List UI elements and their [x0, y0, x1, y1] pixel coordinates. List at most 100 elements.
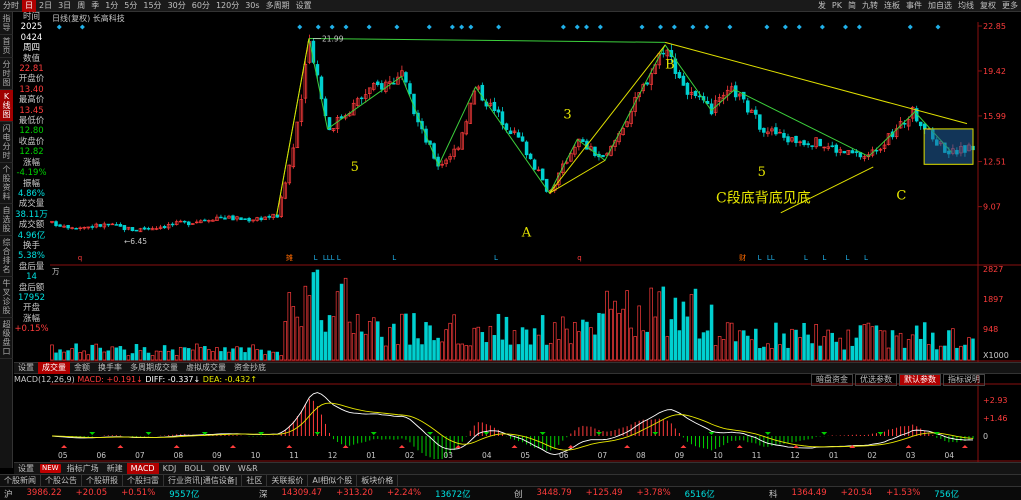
period-tab[interactable]: 分时 — [0, 0, 22, 12]
toolbar-button[interactable]: 简 — [845, 0, 859, 12]
kline-chart[interactable]: 日线(复权) 长高科技 21.99 ←6.45 22.85 19.42 15.99 12… — [50, 12, 1021, 462]
event-marker[interactable]: L — [864, 254, 868, 262]
event-marker[interactable]: L — [758, 254, 762, 262]
event-marker[interactable]: LLL — [323, 254, 335, 262]
macd-param-tab[interactable]: 指标说明 — [943, 374, 985, 386]
index-cy[interactable]: 创 3448.79 +125.49 +3.78% 6516亿 — [510, 488, 765, 500]
nav-item[interactable]: 闪电分时 — [0, 122, 13, 163]
index-sz[interactable]: 深 14309.47 +313.20 +2.24% 13672亿 — [255, 488, 510, 500]
toolbar-button[interactable]: 连板 — [881, 0, 903, 12]
news-link[interactable]: 板块价格 — [357, 474, 399, 487]
news-link[interactable]: 关联报价 — [267, 474, 309, 487]
annotation-labelB: B — [665, 58, 675, 73]
volume-tab[interactable]: 资金抄底 — [230, 362, 270, 374]
toolbar-button[interactable]: 复权 — [977, 0, 999, 12]
event-marker[interactable]: LL — [767, 254, 775, 262]
toolbar-button[interactable]: 九转 — [859, 0, 881, 12]
news-link[interactable]: 个股新闻 — [0, 474, 41, 487]
toolbar-button[interactable]: 均线 — [955, 0, 977, 12]
news-link[interactable]: 行业资讯|通信设备| — [164, 474, 243, 487]
indicator-tab[interactable]: 新建 — [103, 463, 127, 475]
news-link[interactable]: 个股扫雷 — [123, 474, 164, 487]
volume-tab[interactable]: 多周期成交量 — [126, 362, 182, 374]
period-tab[interactable]: 多周期 — [263, 0, 293, 12]
nav-item[interactable]: 自选股 — [0, 204, 13, 236]
news-link[interactable]: 个股研报 — [82, 474, 123, 487]
toolbar-button[interactable]: 更多 — [999, 0, 1021, 12]
indicator-tab[interactable]: 设置 — [14, 463, 38, 475]
event-marker[interactable]: q — [577, 254, 581, 262]
period-tab[interactable]: 周 — [74, 0, 88, 12]
signal-diamond — [449, 24, 455, 30]
event-marker[interactable]: L — [392, 254, 396, 262]
indicator-tab[interactable]: 指标广场 — [63, 463, 103, 475]
info-label: 时间 — [22, 12, 40, 22]
period-tab[interactable]: 1分 — [102, 0, 121, 12]
period-tab[interactable]: 120分 — [213, 0, 242, 12]
period-tab[interactable]: 日 — [22, 0, 36, 12]
nav-item[interactable]: K线图 — [0, 90, 13, 122]
indicator-tab[interactable]: NEW — [40, 464, 61, 473]
event-marker[interactable]: L — [494, 254, 498, 262]
index-sh[interactable]: 沪 3986.22 +20.05 +0.51% 9557亿 — [0, 488, 255, 500]
toolbar-button[interactable]: PK — [829, 0, 845, 12]
volume-bar — [170, 349, 175, 361]
news-link[interactable]: 个股公告 — [41, 474, 82, 487]
volume-bar — [870, 326, 875, 361]
volume-tab[interactable]: 虚拟成交量 — [182, 362, 230, 374]
price-axis: 22.85 19.42 15.99 12.51 9.07 — [978, 22, 1006, 212]
indicator-tab[interactable]: MACD — [126, 462, 159, 475]
nav-item[interactable]: 超级盘口 — [0, 318, 13, 359]
period-tab[interactable]: 设置 — [293, 0, 315, 12]
volume-bar — [440, 341, 444, 361]
event-marker[interactable]: L — [822, 254, 826, 262]
signal-diamond — [56, 24, 62, 30]
index-kc[interactable]: 科 1364.49 +20.54 +1.53% 756亿 — [765, 488, 1020, 500]
nav-item[interactable]: 综合排名 — [0, 236, 13, 277]
indicator-tab[interactable]: W&R — [234, 463, 262, 475]
volume-tab[interactable]: 成交量 — [38, 362, 70, 374]
macd-param-tab[interactable]: 默认参数 — [899, 374, 941, 386]
buy-arrow — [680, 445, 687, 448]
volume-bar — [327, 315, 332, 361]
event-marker[interactable]: L — [314, 254, 318, 262]
toolbar-button[interactable]: 加自选 — [925, 0, 955, 12]
volume-bar — [637, 305, 641, 361]
volume-tab[interactable]: 设置 — [14, 362, 38, 374]
event-marker[interactable]: 财 — [739, 253, 746, 262]
toolbar-button[interactable]: 发 — [815, 0, 829, 12]
nav-item[interactable]: 首页 — [0, 35, 13, 58]
period-tab[interactable]: 60分 — [189, 0, 213, 12]
indicator-tab[interactable]: OBV — [209, 463, 234, 475]
volume-tab[interactable]: 换手率 — [94, 362, 126, 374]
event-marker[interactable]: q — [78, 254, 82, 262]
event-marker[interactable]: L — [804, 254, 808, 262]
period-tab[interactable]: 30s — [242, 0, 262, 12]
candle-body — [762, 127, 766, 133]
period-tab[interactable]: 5分 — [121, 0, 140, 12]
macd-param-tab[interactable]: 暗盘资金 — [811, 374, 853, 386]
period-tab[interactable]: 3日 — [55, 0, 74, 12]
volume-bar — [98, 347, 103, 361]
volume-bar — [392, 323, 396, 361]
volume-tab[interactable]: 金额 — [70, 362, 94, 374]
period-tab[interactable]: 30分 — [165, 0, 189, 12]
macd-param-tab[interactable]: 优选参数 — [855, 374, 897, 386]
period-tab[interactable]: 季 — [88, 0, 102, 12]
event-marker[interactable]: L — [337, 254, 341, 262]
indicator-tab[interactable]: BOLL — [180, 463, 209, 475]
event-marker[interactable]: 摊 — [286, 253, 293, 262]
news-link[interactable]: 社区 — [242, 474, 268, 487]
nav-item[interactable]: 牛叉诊股 — [0, 277, 13, 318]
volume-bar — [717, 336, 722, 361]
nav-item[interactable]: 分时图 — [0, 58, 13, 90]
event-marker[interactable]: L — [846, 254, 850, 262]
period-tab[interactable]: 2日 — [36, 0, 55, 12]
nav-item[interactable]: 个股资料 — [0, 163, 13, 204]
nav-item[interactable]: 指导 — [0, 12, 13, 35]
news-link[interactable]: AI相似个股 — [308, 474, 358, 487]
toolbar-button[interactable]: 事件 — [903, 0, 925, 12]
period-tab[interactable]: 15分 — [140, 0, 164, 12]
macd-tick: +2.93 — [983, 396, 1008, 405]
indicator-tab[interactable]: KDJ — [159, 463, 181, 475]
